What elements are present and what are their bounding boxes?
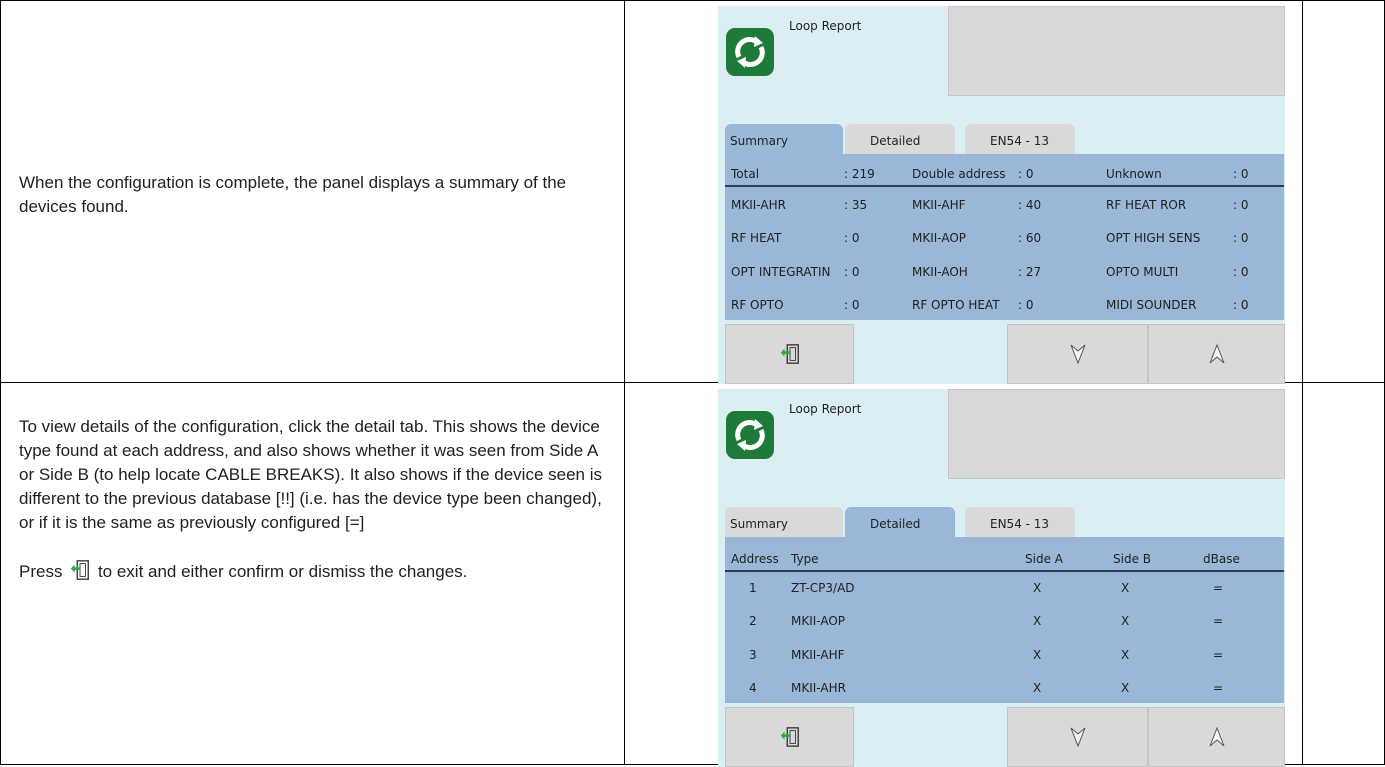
scroll-up-button[interactable] [1148,707,1285,767]
summary-value: : 40 [1018,198,1042,212]
detail-cell: MKII-AHR [791,681,846,695]
summary-label: RF OPTO HEAT [912,298,1000,312]
chevron-up-icon [1209,343,1224,364]
summary-label: Total [731,167,760,181]
detail-cell: X [1121,648,1130,662]
chevron-down-icon [1070,727,1085,748]
summary-value: : 0 [844,265,860,279]
summary-value: : 219 [844,167,875,181]
summary-value: : 0 [844,231,860,245]
detail-cell: 4 [749,681,757,695]
detail-header: Side B [1113,552,1151,566]
tab-summary[interactable]: Summary [725,507,843,537]
summary-value: : 0 [844,298,860,312]
summary-value: : 0 [1233,198,1249,212]
detail-header: Side A [1025,552,1063,566]
detail-cell: X [1121,614,1130,628]
exit-button[interactable] [725,707,854,767]
exit-icon [69,559,92,581]
summary-label: MIDI SOUNDER [1106,298,1197,312]
info-box [948,389,1285,479]
summary-label: RF OPTO [731,298,784,312]
table-header-separator [725,570,1284,572]
summary-value: : 27 [1018,265,1042,279]
summary-label: RF HEAT [731,231,782,245]
detail-header: Type [791,552,819,566]
detail-cell: = [1213,581,1224,595]
tab-detailed[interactable]: Detailed [845,507,955,537]
loop-report-logo [725,27,775,77]
summary-label: RF HEAT ROR [1106,198,1187,212]
summary-value: : 60 [1018,231,1042,245]
summary-value: : 0 [1233,167,1249,181]
info-box [948,6,1285,96]
detail-cell: X [1033,581,1042,595]
panel-title: Loop Report [789,19,862,33]
row2-text: To view details of the configuration, cl… [19,417,603,532]
loop-report-panel: Loop Report Summary Detailed EN54 - 13 Total… [718,6,1285,384]
summary-label: OPT HIGH SENS [1106,231,1201,245]
summary-value: : 0 [1233,231,1249,245]
panel-title: Loop Report [789,402,862,416]
exit-icon [780,727,799,747]
summary-label: Double address [912,167,1006,181]
detail-cell: X [1121,581,1130,595]
summary-value: : 0 [1233,265,1249,279]
detail-header: Address [731,552,779,566]
detail-cell: 2 [749,614,757,628]
loop-report-logo [725,410,775,460]
summary-label: MKII-AHF [912,198,966,212]
scroll-up-button[interactable] [1148,324,1285,384]
chevron-down-icon [1070,344,1085,365]
summary-value: : 0 [1018,167,1034,181]
detail-cell: 1 [749,581,757,595]
summary-label: MKII-AOP [912,231,967,245]
summary-label: OPT INTEGRATIN [731,265,831,279]
tab-en54---13[interactable]: EN54 - 13 [965,507,1075,537]
summary-value: : 0 [1018,298,1034,312]
detail-cell: MKII-AHF [791,648,845,662]
summary-value: : 35 [844,198,868,212]
summary-label: OPTO MULTI [1106,265,1179,279]
detail-cell: X [1121,681,1130,695]
row1-description: When the configuration is complete, the … [19,171,609,219]
exit-button[interactable] [725,324,854,384]
tab-summary[interactable]: Summary [725,124,843,154]
chevron-up-icon [1209,726,1224,747]
summary-label: Unknown [1106,167,1162,181]
detail-cell: = [1213,614,1224,628]
detail-cell: 3 [749,648,757,662]
detail-cell: MKII-AOP [791,614,846,628]
press-prefix: Press [19,562,63,581]
tab-detailed[interactable]: Detailed [845,124,955,154]
row2-description: To view details of the configuration, cl… [19,415,609,584]
detail-cell: X [1033,614,1042,628]
tab-en54---13[interactable]: EN54 - 13 [965,124,1075,154]
press-suffix: to exit and either confirm or dismiss th… [97,562,468,581]
detail-cell: ZT-CP3/AD [791,581,855,595]
summary-value: : 0 [1233,298,1249,312]
summary-label: MKII-AHR [731,198,786,212]
row1-text: When the configuration is complete, the … [19,173,567,216]
scroll-down-button[interactable] [1007,707,1148,767]
detail-header: dBase [1203,552,1240,566]
loop-report-panel: Loop Report Summary Detailed EN54 - 13 Addre… [718,389,1285,767]
table-header-separator [725,185,1284,187]
detail-cell: X [1033,648,1042,662]
exit-icon [780,344,799,364]
scroll-down-button[interactable] [1007,324,1148,384]
row2-press-line: Press to exit and either confirm or dism… [19,559,609,584]
detail-cell: X [1033,681,1042,695]
detail-cell: = [1213,681,1224,695]
summary-label: MKII-AOH [912,265,968,279]
detail-cell: = [1213,648,1224,662]
